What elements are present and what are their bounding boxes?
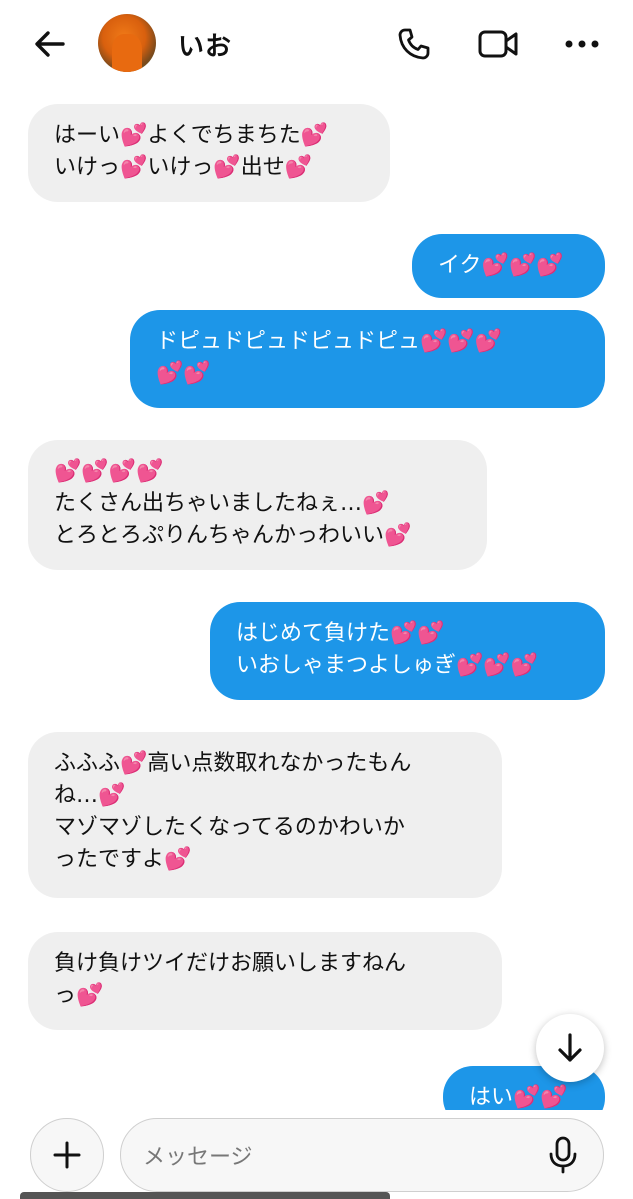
incoming-message[interactable]: ふふふ💕高い点数取れなかったもん ね…💕 マゾマゾしたくなってるのかわいか った… [28,732,502,898]
contact-name[interactable]: いお [178,26,232,63]
arrow-left-icon [35,31,65,57]
keyboard-edge [20,1192,390,1199]
outgoing-message[interactable]: ドピュドピュドピュドピュ💕💕💕 💕💕 [130,310,605,408]
arrow-down-icon [558,1033,582,1062]
message-placeholder: メッセージ [143,1145,253,1170]
contact-avatar[interactable] [98,14,156,72]
call-button[interactable] [392,22,436,66]
scroll-to-bottom-button[interactable] [536,1014,604,1082]
video-call-button[interactable] [476,22,520,66]
plus-icon [53,1141,81,1169]
incoming-message[interactable]: 負け負けツイだけお願いしますねん っ💕 [28,932,502,1030]
outgoing-message[interactable]: イク💕💕💕 [412,234,605,298]
microphone-icon [549,1136,577,1174]
video-camera-icon [478,30,518,58]
incoming-message[interactable]: はーい💕よくでちまちた💕 いけっ💕いけっ💕出せ💕 [28,104,390,202]
incoming-message[interactable]: 💕💕💕💕 たくさん出ちゃいましたねぇ…💕 とろとろぷりんちゃんかっわいい💕 [28,440,487,570]
outgoing-message[interactable]: はじめて負けた💕💕 いおしゃまつよしゅぎ💕💕💕 [210,602,605,700]
more-options-button[interactable] [560,22,604,66]
more-horizontal-icon [565,40,599,48]
voice-message-button[interactable] [541,1133,585,1177]
message-composer: メッセージ [0,1110,633,1199]
add-attachment-button[interactable] [30,1118,104,1192]
phone-icon [398,28,430,60]
chat-header: いお [0,0,633,88]
back-button[interactable] [28,24,72,64]
message-input[interactable]: メッセージ [120,1118,604,1192]
